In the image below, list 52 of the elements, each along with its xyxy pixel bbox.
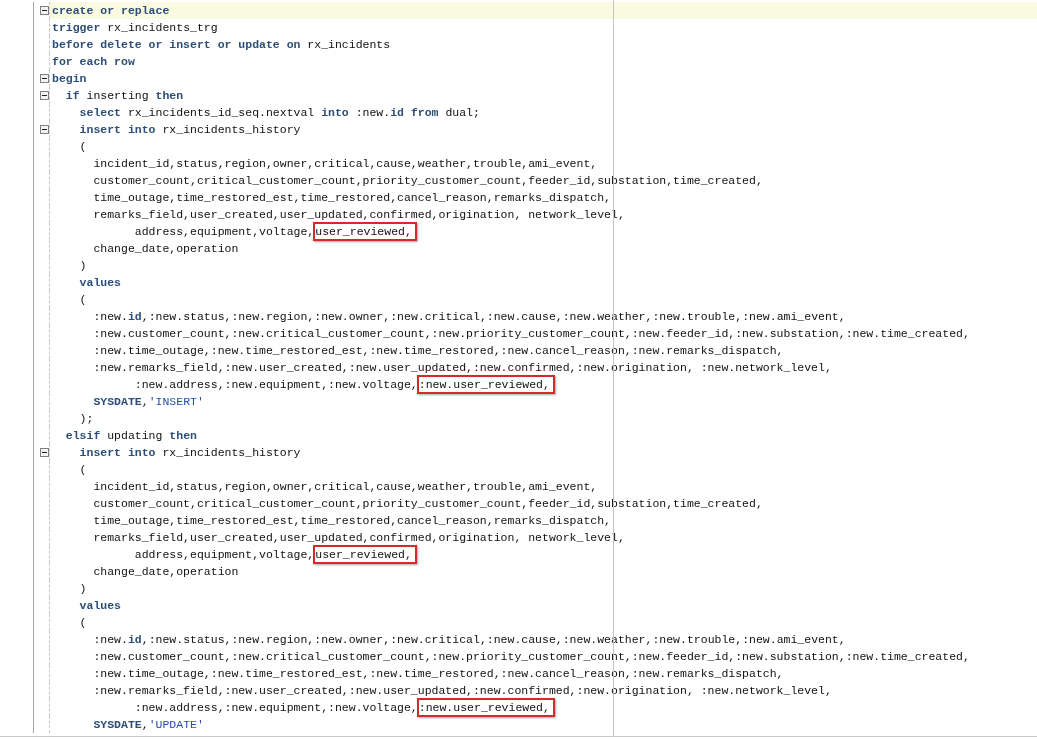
code-line: :new.remarks_field,:new.user_created,:new.user_updated,:new.confirmed,:new.origination, :new.network_level, bbox=[92, 683, 832, 698]
highlighted-code: user_reviewed, bbox=[313, 222, 417, 241]
code-line: incident_id,status,region,owner,critical,cause,weather,trouble,ami_event, bbox=[92, 479, 598, 494]
code-line: incident_id,status,region,owner,critical,cause,weather,trouble,ami_event, bbox=[92, 156, 598, 171]
code-line: customer_count,critical_customer_count,priority_customer_count,feeder_id,substation,time_created, bbox=[92, 173, 763, 188]
code-line: :new.id,:new.status,:new.region,:new.owner,:new.critical,:new.cause,:new.weather,:new.trouble,:new.ami_event, bbox=[92, 632, 846, 647]
code-line: time_outage,time_restored_est,time_restored,cancel_reason,remarks_dispatch, bbox=[92, 190, 611, 205]
code-line: ( bbox=[78, 462, 87, 477]
code-line: SYSDATE,'UPDATE' bbox=[92, 717, 204, 732]
code-line: :new.address,:new.equipment,:new.voltage, bbox=[133, 377, 418, 392]
code-line: remarks_field,user_created,user_updated,confirmed,origination, network_level, bbox=[92, 207, 625, 222]
code-line: :new.address,:new.equipment,:new.voltage, bbox=[133, 700, 418, 715]
code-line: ) bbox=[78, 581, 87, 596]
code-line: :new.time_outage,:new.time_restored_est,:new.time_restored,:new.cancel_reason,:new.remarks_dispatch, bbox=[92, 343, 784, 358]
code-line: :new.time_outage,:new.time_restored_est,:new.time_restored,:new.cancel_reason,:new.remarks_dispatch, bbox=[92, 666, 784, 681]
code-line: for each row bbox=[52, 54, 135, 69]
code-line: trigger rx_incidents_trg bbox=[52, 20, 218, 35]
collapse-icon[interactable] bbox=[40, 448, 49, 457]
code-line: :new.customer_count,:new.critical_customer_count,:new.priority_customer_count,:new.feeder_id,:new.substation,:new.time_created, bbox=[92, 326, 970, 341]
code-line: before delete or insert or update on rx_incidents bbox=[52, 37, 391, 52]
code-line: change_date,operation bbox=[92, 241, 239, 256]
code-line: create or replace bbox=[52, 3, 170, 18]
code-line: ( bbox=[78, 615, 87, 630]
code-line: customer_count,critical_customer_count,priority_customer_count,feeder_id,substation,time_created, bbox=[92, 496, 763, 511]
code-line: change_date,operation bbox=[92, 564, 239, 579]
highlighted-code: :new.user_reviewed, bbox=[416, 698, 555, 717]
collapse-icon[interactable] bbox=[40, 125, 49, 134]
code-line: values bbox=[78, 275, 121, 290]
code-line: time_outage,time_restored_est,time_restored,cancel_reason,remarks_dispatch, bbox=[92, 513, 611, 528]
highlighted-code: user_reviewed, bbox=[313, 545, 417, 564]
code-line: address,equipment,voltage, bbox=[133, 547, 315, 562]
code-line: address,equipment,voltage, bbox=[133, 224, 315, 239]
code-line: insert into rx_incidents_history bbox=[78, 122, 301, 137]
code-line: :new.customer_count,:new.critical_customer_count,:new.priority_customer_count,:new.feeder_id,:new.substation,:new.time_created, bbox=[92, 649, 970, 664]
collapse-icon[interactable] bbox=[40, 74, 49, 83]
code-line: values bbox=[78, 598, 121, 613]
code-line: if inserting then bbox=[64, 88, 184, 103]
highlighted-code: :new.user_reviewed, bbox=[416, 375, 555, 394]
collapse-icon[interactable] bbox=[40, 91, 49, 100]
code-line: :new.remarks_field,:new.user_created,:new.user_updated,:new.confirmed,:new.origination, :new.network_level, bbox=[92, 360, 832, 375]
code-line: insert into rx_incidents_history bbox=[78, 445, 301, 460]
code-line: :new.id,:new.status,:new.region,:new.owner,:new.critical,:new.cause,:new.weather,:new.trouble,:new.ami_event, bbox=[92, 309, 846, 324]
collapse-icon[interactable] bbox=[40, 6, 49, 15]
code-line: ( bbox=[78, 292, 87, 307]
code-line: ); bbox=[78, 411, 94, 426]
code-line: remarks_field,user_created,user_updated,confirmed,origination, network_level, bbox=[92, 530, 625, 545]
code-line: SYSDATE,'INSERT' bbox=[92, 394, 204, 409]
code-line: ) bbox=[78, 258, 87, 273]
code-line: elsif updating then bbox=[64, 428, 197, 443]
code-line: select rx_incidents_id_seq.nextval into :new.id from dual; bbox=[78, 105, 480, 120]
code-line: ( bbox=[78, 139, 87, 154]
code-line: begin bbox=[52, 71, 87, 86]
